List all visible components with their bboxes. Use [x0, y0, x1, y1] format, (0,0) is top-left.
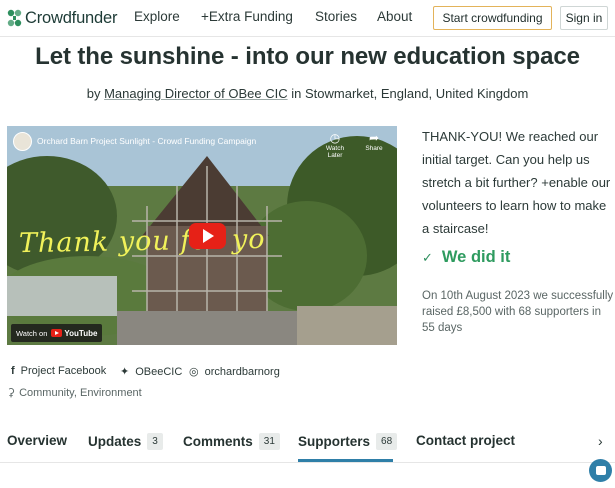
project-owner-link[interactable]: Managing Director of OBee CIC: [104, 86, 288, 101]
clock-icon: ◷: [329, 131, 341, 145]
project-location: Stowmarket, England, United Kingdom: [304, 86, 529, 101]
supporters-count-badge: 68: [376, 433, 398, 450]
updates-count-badge: 3: [147, 433, 163, 450]
location-prefix: in: [291, 86, 302, 101]
byline-prefix: by: [86, 86, 101, 101]
tag-icon: ⚳: [7, 387, 16, 399]
tab-overview[interactable]: Overview: [7, 433, 67, 448]
funding-status-label: We did it: [441, 248, 511, 266]
checkmark-icon: ✓: [422, 249, 433, 265]
facebook-label: Project Facebook: [20, 365, 107, 377]
tab-contact-project[interactable]: Contact project: [416, 433, 515, 448]
tab-updates[interactable]: Updates 3: [88, 433, 163, 450]
facebook-link[interactable]: f Project Facebook: [11, 365, 106, 377]
project-byline: by Managing Director of OBee CIC in Stow…: [0, 86, 615, 101]
tab-updates-label: Updates: [88, 434, 142, 449]
watch-later-button[interactable]: ◷ Watch Later: [318, 131, 352, 159]
project-video[interactable]: Orchard Barn Project Sunlight - Crowd Fu…: [7, 126, 397, 345]
twitter-link[interactable]: ✦ OBeeCIC: [120, 365, 183, 379]
categories-label: Community, Environment: [19, 386, 142, 399]
instagram-link[interactable]: ◎ orchardbarnorg: [189, 365, 280, 379]
facebook-icon: f: [11, 365, 15, 377]
crowdfunder-logo-icon: [7, 9, 22, 27]
video-overlay-text: Thank you for yo: [18, 223, 266, 260]
active-tab-indicator: [298, 459, 393, 462]
nav-about[interactable]: About: [377, 9, 412, 24]
project-categories[interactable]: ⚳ Community, Environment: [7, 386, 142, 400]
comments-count-badge: 31: [258, 433, 280, 450]
twitter-icon: ✦: [120, 366, 130, 378]
tab-contact-label: Contact project: [416, 433, 516, 448]
brand-name: Crowdfunder: [25, 8, 118, 27]
chat-button[interactable]: [589, 459, 612, 482]
nav-stories[interactable]: Stories: [315, 9, 357, 24]
tab-supporters-label: Supporters: [298, 434, 371, 449]
tab-comments-label: Comments: [183, 434, 253, 449]
chevron-right-icon[interactable]: ›: [598, 433, 603, 449]
crowdfunder-logo[interactable]: Crowdfunder: [7, 6, 117, 30]
tab-overview-label: Overview: [7, 433, 68, 448]
chat-icon: [595, 466, 606, 475]
twitter-label: OBeeCIC: [135, 365, 183, 378]
sign-in-button[interactable]: Sign in: [560, 6, 608, 30]
tab-comments[interactable]: Comments 31: [183, 433, 280, 450]
project-thanks-message: THANK-YOU! We reached our initial target…: [422, 129, 611, 236]
nav-extra-funding[interactable]: +Extra Funding: [201, 9, 293, 24]
project-title: Let the sunshine - into our new educatio…: [35, 43, 580, 70]
watch-later-label: Watch Later: [325, 145, 345, 159]
share-icon: ➦: [368, 131, 380, 145]
instagram-label: orchardbarnorg: [204, 365, 280, 378]
nav-explore[interactable]: Explore: [134, 9, 180, 24]
site-header: Crowdfunder Explore +Extra Funding Stori…: [0, 0, 615, 37]
play-icon: [203, 229, 214, 243]
funding-status: ✓ We did it: [422, 248, 510, 267]
video-title[interactable]: Orchard Barn Project Sunlight - Crowd Fu…: [37, 136, 256, 146]
share-label: Share: [365, 145, 383, 152]
project-tabs: Overview Updates 3 Comments 31 Supporter…: [0, 423, 615, 463]
channel-avatar[interactable]: [13, 132, 32, 151]
instagram-icon: ◎: [189, 366, 199, 378]
share-button[interactable]: ➦ Share: [357, 131, 391, 152]
watch-on-label: Watch on: [16, 328, 48, 338]
youtube-icon: [51, 329, 63, 337]
youtube-play-button[interactable]: [189, 223, 226, 249]
funding-summary: On 10th August 2023 we successfully rais…: [422, 290, 614, 334]
watch-on-youtube-button[interactable]: Watch on YouTube: [11, 324, 103, 342]
tab-supporters[interactable]: Supporters 68: [298, 433, 398, 450]
start-crowdfunding-button[interactable]: Start crowdfunding: [433, 6, 552, 30]
youtube-label: YouTube: [64, 328, 98, 338]
